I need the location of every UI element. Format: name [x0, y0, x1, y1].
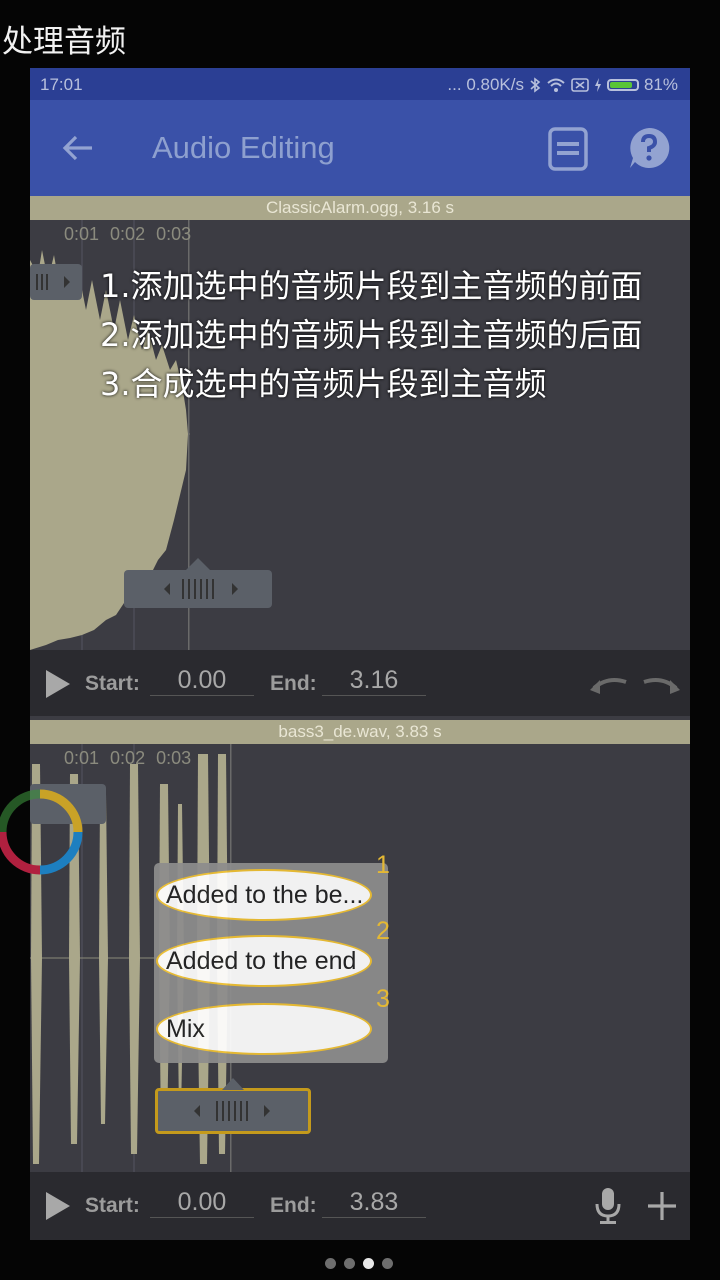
- insert-options-menu: Added to the be... 1 Added to the end 2 …: [154, 851, 390, 1063]
- start-input[interactable]: 0.00: [150, 1188, 254, 1218]
- menu-item-add-to-end[interactable]: Added to the end: [156, 935, 372, 987]
- track2-ticks: 0:01 0:02 0:03: [64, 748, 202, 769]
- save-icon[interactable]: [547, 126, 589, 172]
- instruction-line: 1.添加选中的音频片段到主音频的前面: [100, 267, 643, 305]
- tick-label: 0:03: [156, 748, 192, 768]
- page-title: 处理音频: [2, 24, 126, 60]
- status-time: 17:01: [40, 75, 83, 94]
- charging-icon: [594, 78, 601, 92]
- drag-handle-icon: [164, 579, 238, 599]
- network-speed: ... 0.80K/s: [447, 75, 524, 94]
- menu-item-mix[interactable]: Mix: [156, 1003, 372, 1055]
- microphone-icon[interactable]: [594, 1186, 622, 1226]
- tick-label: 0:02: [110, 748, 146, 768]
- phone-screen: 17:01 ... 0.80K/s 81% Audio Editing Clas…: [30, 68, 690, 1240]
- drag-handle-icon: [194, 1101, 270, 1121]
- end-label: End:: [270, 672, 317, 695]
- sim-icon: [571, 78, 589, 92]
- track2-end-marker[interactable]: [155, 1088, 311, 1134]
- track1-start-marker[interactable]: [30, 264, 82, 300]
- track1-filename: ClassicAlarm.ogg, 3.16 s: [30, 196, 690, 220]
- end-input[interactable]: 3.16: [322, 666, 426, 696]
- battery-icon: [606, 79, 639, 91]
- page-dot[interactable]: [344, 1258, 355, 1269]
- page-indicator: [325, 1258, 393, 1269]
- marker-pointer-icon: [222, 1078, 244, 1090]
- tick-label: 0:01: [64, 224, 100, 244]
- page-dot-active[interactable]: [363, 1258, 374, 1269]
- play-icon[interactable]: [44, 668, 72, 700]
- page-dot[interactable]: [325, 1258, 336, 1269]
- start-input[interactable]: 0.00: [150, 666, 254, 696]
- end-label: End:: [270, 1194, 317, 1217]
- menu-item-number: 1: [376, 851, 390, 879]
- play-icon[interactable]: [44, 1190, 72, 1222]
- battery-level: 81%: [643, 75, 678, 94]
- tick-label: 0:01: [64, 748, 100, 768]
- start-label: Start:: [85, 1194, 140, 1217]
- track2-filename: bass3_de.wav, 3.83 s: [30, 720, 690, 744]
- status-bar: 17:01 ... 0.80K/s 81%: [30, 68, 690, 100]
- tick-label: 0:02: [110, 224, 146, 244]
- wifi-icon: [547, 78, 565, 92]
- arrow-left-icon[interactable]: [62, 134, 94, 162]
- tick-label: 0:03: [156, 224, 192, 244]
- track1-end-marker[interactable]: [124, 570, 272, 608]
- menu-item-number: 2: [376, 917, 390, 945]
- bluetooth-icon: [530, 77, 541, 93]
- instruction-line: 3.合成选中的音频片段到主音频: [100, 365, 547, 403]
- marker-pointer-icon: [186, 558, 210, 570]
- instructions-text: 1.添加选中的音频片段到主音频的前面 2.添加选中的音频片段到主音频的后面 3.…: [100, 262, 643, 409]
- end-input[interactable]: 3.83: [322, 1188, 426, 1218]
- redo-icon[interactable]: [642, 670, 682, 696]
- app-title: Audio Editing: [152, 130, 335, 165]
- instruction-line: 2.添加选中的音频片段到主音频的后面: [100, 316, 643, 354]
- app-bar: Audio Editing: [30, 100, 690, 196]
- help-icon[interactable]: [627, 126, 671, 170]
- track1-controls: Start: 0.00 End: 3.16: [30, 650, 690, 716]
- page-dot[interactable]: [382, 1258, 393, 1269]
- track2-controls: Start: 0.00 End: 3.83: [30, 1172, 690, 1240]
- start-label: Start:: [85, 672, 140, 695]
- add-icon[interactable]: [646, 1190, 678, 1222]
- undo-icon[interactable]: [588, 670, 628, 696]
- track1-ticks: 0:01 0:02 0:03: [64, 224, 202, 245]
- drag-handle-icon: [36, 274, 70, 290]
- loading-ring-icon: [0, 789, 83, 875]
- menu-item-number: 3: [376, 985, 390, 1013]
- menu-item-add-to-beginning[interactable]: Added to the be...: [156, 869, 372, 921]
